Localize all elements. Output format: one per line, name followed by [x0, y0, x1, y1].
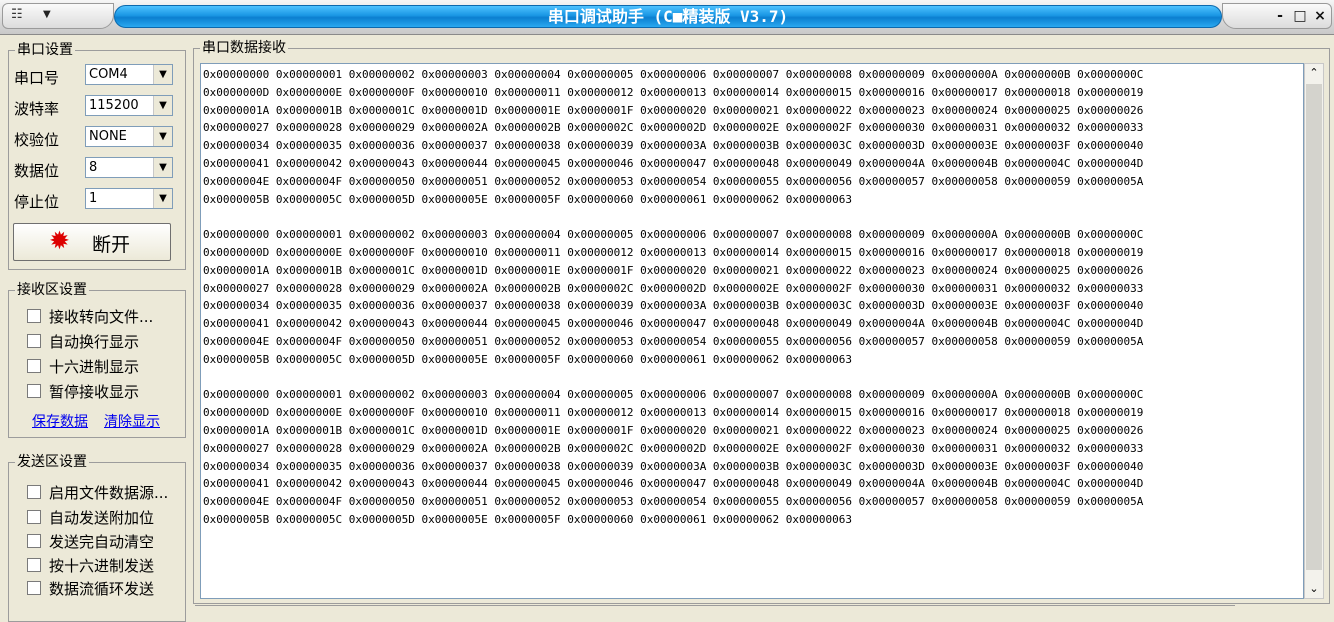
receive-line: 0x00000000 0x00000001 0x00000002 0x00000… [203, 228, 1144, 242]
file-data-source-checkbox[interactable]: 启用文件数据源... [27, 482, 168, 502]
auto-wrap-label: 自动换行显示 [49, 333, 140, 351]
red-led-icon: ✹ [49, 226, 70, 255]
checkbox-box[interactable] [27, 384, 41, 398]
scrollbar-thumb[interactable] [1306, 84, 1322, 570]
hex-display-label: 十六进制显示 [49, 358, 140, 376]
hex-send-label: 按十六进制发送 [49, 557, 155, 575]
receive-line: 0x00000041 0x00000042 0x00000043 0x00000… [203, 156, 1144, 170]
checkbox-box[interactable] [27, 309, 41, 323]
send-settings-title: 发送区设置 [15, 453, 89, 471]
checkbox-box[interactable] [27, 581, 41, 595]
receive-area-title: 串口数据接收 [200, 39, 288, 57]
scroll-up-icon[interactable]: ⌃ [1305, 64, 1323, 82]
port-select[interactable]: COM4 ▼ [85, 64, 173, 85]
checkbox-box[interactable] [27, 359, 41, 373]
receive-line [203, 208, 1303, 226]
close-button[interactable]: × [1311, 7, 1329, 25]
window-title: 串口调试助手 (C■精装版 V3.7) [114, 5, 1222, 28]
checkbox-box[interactable] [27, 334, 41, 348]
maximize-button[interactable]: □ [1291, 7, 1309, 25]
baud-rate-value: 115200 [89, 98, 139, 113]
baud-rate-label: 波特率 [14, 100, 60, 118]
receive-line: 0x0000004E 0x0000004F 0x00000050 0x00000… [203, 174, 1144, 188]
save-data-link[interactable]: 保存数据 [32, 411, 88, 431]
port-value: COM4 [89, 67, 128, 82]
data-bits-select[interactable]: 8 ▼ [85, 157, 173, 178]
receive-line: 0x0000001A 0x0000001B 0x0000001C 0x00000… [203, 103, 1144, 117]
data-bits-value: 8 [89, 160, 98, 175]
open-close-port-button[interactable]: ✹ 断开 [13, 223, 171, 261]
receive-line: 0x0000000D 0x0000000E 0x0000000F 0x00000… [203, 85, 1144, 99]
window-icon: ☷ [11, 7, 23, 22]
checkbox-box[interactable] [27, 485, 41, 499]
clear-display-link[interactable]: 清除显示 [104, 411, 160, 431]
chevron-down-icon[interactable]: ▼ [153, 158, 172, 177]
pause-receive-checkbox[interactable]: 暂停接收显示 [27, 381, 139, 401]
auto-wrap-checkbox[interactable]: 自动换行显示 [27, 331, 139, 351]
receive-textarea[interactable]: 0x00000000 0x00000001 0x00000002 0x00000… [200, 63, 1304, 599]
title-bar: ☷ ▼ 串口调试助手 (C■精装版 V3.7) - □ × [0, 0, 1334, 35]
receive-line: 0x00000027 0x00000028 0x00000029 0x00000… [203, 441, 1144, 455]
stop-bits-value: 1 [89, 191, 98, 206]
receive-line: 0x0000001A 0x0000001B 0x0000001C 0x00000… [203, 263, 1144, 277]
parity-select[interactable]: NONE ▼ [85, 126, 173, 147]
port-label: 串口号 [14, 69, 60, 87]
hex-send-checkbox[interactable]: 按十六进制发送 [27, 555, 154, 575]
window-controls: - □ × [1222, 3, 1332, 29]
receive-line: 0x00000041 0x00000042 0x00000043 0x00000… [203, 477, 1144, 491]
auto-append-label: 自动发送附加位 [49, 509, 155, 527]
receive-line: 0x0000005B 0x0000005C 0x0000005D 0x00000… [203, 512, 853, 526]
data-bits-label: 数据位 [14, 162, 60, 180]
serial-settings-title: 串口设置 [15, 41, 75, 59]
receive-settings-title: 接收区设置 [15, 281, 89, 299]
checkbox-box[interactable] [27, 510, 41, 524]
chevron-down-icon[interactable]: ▼ [153, 189, 172, 208]
receive-line: 0x0000004E 0x0000004F 0x00000050 0x00000… [203, 495, 1144, 509]
receive-line: 0x0000000D 0x0000000E 0x0000000F 0x00000… [203, 245, 1144, 259]
receive-line: 0x00000034 0x00000035 0x00000036 0x00000… [203, 299, 1144, 313]
auto-clear-checkbox[interactable]: 发送完自动清空 [27, 531, 154, 551]
receive-line: 0x00000034 0x00000035 0x00000036 0x00000… [203, 139, 1144, 153]
auto-append-checkbox[interactable]: 自动发送附加位 [27, 507, 154, 527]
receive-line: 0x00000034 0x00000035 0x00000036 0x00000… [203, 459, 1144, 473]
receive-scrollbar[interactable]: ⌃ ⌄ [1304, 63, 1324, 599]
receive-line: 0x00000027 0x00000028 0x00000029 0x00000… [203, 281, 1144, 295]
scroll-down-icon[interactable]: ⌄ [1305, 580, 1323, 598]
send-area-edge [195, 605, 1235, 616]
auto-clear-label: 发送完自动清空 [49, 533, 155, 551]
baud-rate-select[interactable]: 115200 ▼ [85, 95, 173, 116]
receive-line: 0x00000027 0x00000028 0x00000029 0x00000… [203, 121, 1144, 135]
receive-to-file-checkbox[interactable]: 接收转向文件... [27, 306, 153, 326]
stop-bits-select[interactable]: 1 ▼ [85, 188, 173, 209]
parity-label: 校验位 [14, 131, 60, 149]
loop-send-checkbox[interactable]: 数据流循环发送 [27, 578, 154, 598]
minimize-button[interactable]: - [1271, 7, 1289, 25]
receive-line: 0x0000005B 0x0000005C 0x0000005D 0x00000… [203, 352, 853, 366]
receive-line: 0x0000000D 0x0000000E 0x0000000F 0x00000… [203, 406, 1144, 420]
checkbox-box[interactable] [27, 558, 41, 572]
hex-display-checkbox[interactable]: 十六进制显示 [27, 356, 139, 376]
receive-line [203, 369, 1303, 387]
stop-bits-label: 停止位 [14, 193, 60, 211]
receive-line: 0x00000041 0x00000042 0x00000043 0x00000… [203, 317, 1144, 331]
pause-receive-label: 暂停接收显示 [49, 383, 140, 401]
system-menu-button[interactable]: ☷ ▼ [2, 3, 114, 29]
receive-line: 0x0000001A 0x0000001B 0x0000001C 0x00000… [203, 423, 1144, 437]
open-close-port-label: 断开 [92, 234, 131, 256]
receive-line: 0x0000005B 0x0000005C 0x0000005D 0x00000… [203, 192, 853, 206]
dropdown-arrow-icon: ▼ [43, 9, 51, 20]
file-data-source-label: 启用文件数据源... [49, 484, 169, 502]
receive-line: 0x0000004E 0x0000004F 0x00000050 0x00000… [203, 334, 1144, 348]
receive-to-file-label: 接收转向文件... [49, 308, 154, 326]
loop-send-label: 数据流循环发送 [49, 580, 155, 598]
receive-line: 0x00000000 0x00000001 0x00000002 0x00000… [203, 68, 1144, 81]
chevron-down-icon[interactable]: ▼ [153, 65, 172, 84]
receive-line: 0x00000000 0x00000001 0x00000002 0x00000… [203, 388, 1144, 402]
chevron-down-icon[interactable]: ▼ [153, 96, 172, 115]
parity-value: NONE [89, 129, 127, 144]
chevron-down-icon[interactable]: ▼ [153, 127, 172, 146]
checkbox-box[interactable] [27, 534, 41, 548]
